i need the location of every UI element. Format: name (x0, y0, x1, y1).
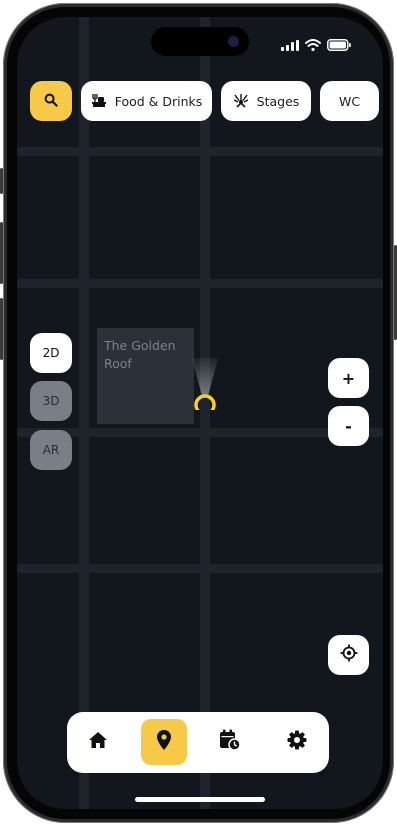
filter-wc[interactable]: WC (320, 81, 379, 121)
food-drinks-icon (91, 92, 107, 111)
side-button-volume-down (0, 298, 3, 360)
map-road (17, 564, 383, 573)
home-indicator[interactable] (135, 797, 265, 802)
user-location-marker (191, 358, 219, 416)
recenter-button[interactable] (328, 635, 369, 675)
dynamic-island (151, 27, 249, 56)
locate-icon (340, 644, 358, 666)
map-building-label: The Golden Roof (104, 338, 176, 371)
zoom-out-label: - (345, 416, 352, 436)
side-button-volume-up (0, 222, 3, 284)
view-mode-2d[interactable]: 2D (30, 333, 72, 373)
view-mode-ar[interactable]: AR (30, 430, 72, 470)
view-mode-ar-label: AR (42, 443, 60, 457)
bottom-nav (67, 712, 329, 773)
wifi-icon (305, 36, 321, 55)
map-road (200, 17, 210, 809)
zoom-out-button[interactable]: - (328, 406, 369, 446)
status-bar (281, 36, 351, 55)
zoom-in-button[interactable]: + (328, 358, 369, 398)
filter-food-drinks-label: Food & Drinks (114, 93, 203, 109)
side-button-mute (0, 168, 3, 194)
map-road (17, 279, 383, 288)
view-mode-3d[interactable]: 3D (30, 381, 72, 421)
home-icon (88, 731, 108, 753)
map-road (79, 17, 89, 809)
battery-icon (327, 36, 351, 55)
view-mode-3d-label: 3D (42, 394, 60, 408)
view-mode-2d-label: 2D (42, 346, 60, 360)
stages-icon (233, 92, 249, 111)
cellular-signal-icon (281, 36, 299, 55)
nav-map[interactable] (141, 719, 187, 765)
nav-home[interactable] (75, 719, 121, 765)
nav-settings[interactable] (274, 719, 320, 765)
nav-schedule[interactable] (207, 719, 253, 765)
filter-stages[interactable]: Stages (221, 81, 311, 121)
front-camera (228, 36, 239, 47)
map-pin-icon (157, 730, 171, 754)
app-screen: The Golden Roof Food & Drinks Stages WC … (17, 17, 383, 809)
search-icon (44, 93, 58, 110)
zoom-in-label: + (341, 368, 356, 388)
filter-stages-label: Stages (256, 93, 300, 109)
filter-food-drinks[interactable]: Food & Drinks (81, 81, 212, 121)
search-button[interactable] (30, 81, 72, 121)
schedule-icon (219, 729, 241, 755)
map-road (17, 147, 383, 156)
filter-wc-label: WC (338, 93, 361, 109)
settings-icon (287, 730, 307, 754)
